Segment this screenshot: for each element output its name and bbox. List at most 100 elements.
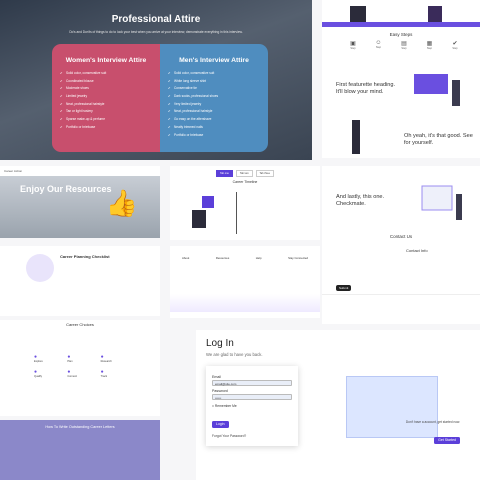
check-circle-icon: ✔	[452, 41, 458, 47]
tab-one[interactable]: Tab one	[216, 170, 233, 177]
email-field[interactable]: email@site.com	[212, 380, 292, 386]
tab-two[interactable]: Tab two	[235, 170, 253, 177]
list-item: Solid color, conservative suit	[60, 71, 152, 75]
attire-subtitle: Do's and Don'ts of things to do to look …	[69, 30, 243, 34]
featurette-heading-first: First featurette heading. It'll blow you…	[336, 82, 396, 95]
list-item: Conservative tie	[168, 86, 260, 90]
womens-attire-card: Women's Interview Attire Solid color, co…	[52, 44, 160, 152]
steps-row: ▣ Step ☺ Step ▤ Step ▦ Step ✔ Step	[344, 40, 464, 50]
contact-title: Contact Us	[389, 234, 413, 239]
submit-button[interactable]: Submit	[336, 276, 352, 294]
login-form: Email email@site.com Password •••••• □ R…	[206, 366, 298, 446]
step-label: Step	[350, 47, 356, 50]
password-label: Password	[212, 389, 228, 393]
resources-banner: Career Action Enjoy Our Resources 👍	[0, 166, 160, 238]
choices-grid: ● Explore ● Plan ● Research ● Qualify ● Conne…	[34, 354, 130, 378]
featurette-heading-oh: Oh yeah, it's that good. See for yoursel…	[404, 133, 473, 146]
step-label: Step	[375, 46, 382, 49]
career-letters-banner: How To Write Outstanding Career Letters	[0, 420, 160, 480]
featurette-heading-last: And lastly, this one. Checkmate.	[336, 194, 385, 207]
choice-item[interactable]: ● Plan	[67, 354, 96, 363]
remember-me-checkbox[interactable]: □ Remember Me	[212, 404, 292, 408]
planning-illustration	[26, 254, 54, 282]
career-timeline-section: Tab one Tab two Tab three Career Timelin…	[170, 166, 320, 240]
step-label: Step	[401, 47, 407, 50]
no-account-text: Don't have a account, get started now.	[405, 420, 460, 424]
document-icon: ▤	[401, 41, 407, 47]
checkmate-illustration	[421, 185, 462, 220]
password-field[interactable]: ••••••	[212, 394, 292, 400]
list-item: Moderate shoes	[60, 86, 152, 90]
list-item: Neat, professional hairstyle	[60, 102, 152, 106]
footer-col-help[interactable]: Help	[256, 256, 262, 260]
login-subtitle: We are glad to have you back.	[206, 352, 263, 357]
choice-item[interactable]: ● Connect	[67, 369, 96, 378]
login-button[interactable]: Login	[212, 412, 292, 430]
list-item: Go easy on the aftershave	[168, 117, 260, 121]
footer-columns: About Resources Help Stay Connected	[182, 256, 308, 260]
timeline-tabs: Tab one Tab two Tab three	[216, 170, 274, 177]
list-item: Sparse make-up & perfume	[60, 117, 152, 121]
footer-illustration-section: About Resources Help Stay Connected	[170, 246, 320, 318]
forgot-password-link[interactable]: Forgot Your Password?	[212, 434, 292, 438]
professional-attire-section: Professional Attire Do's and Don'ts of t…	[0, 0, 312, 160]
list-item: White long sleeve shirt	[168, 79, 260, 83]
list-item: Tan or light hosiery	[60, 109, 152, 113]
checkmate-contact-section: And lastly, this one. Checkmate. Contact…	[322, 166, 480, 324]
mens-attire-heading: Men's Interview Attire	[179, 57, 249, 64]
step-item: ▣ Step	[344, 40, 362, 50]
list-item: Limited jewelry	[60, 94, 152, 98]
get-started-button[interactable]: Get Started	[434, 428, 460, 446]
list-item: Coordinated blouse	[60, 79, 152, 83]
timeline-title: Career Timeline	[232, 180, 258, 184]
womens-attire-list: Solid color, conservative suit Coordinat…	[60, 71, 152, 129]
list-item: Solid color, conservative suit	[168, 71, 260, 75]
email-label: Email	[212, 375, 221, 379]
footer-band	[322, 294, 480, 324]
list-item: Neatly trimmed nails	[168, 125, 260, 129]
hero-illustration	[350, 6, 442, 22]
list-item: Portfolio or briefcase	[60, 125, 152, 129]
easy-steps-section: Easy Steps ▣ Step ☺ Step ▤ Step ▦ Step ✔ Step…	[322, 0, 480, 158]
choice-item[interactable]: ● Research	[101, 354, 130, 363]
contact-info-title: Contact Info	[406, 248, 428, 253]
choices-title: Career Choices	[66, 322, 94, 327]
briefcase-icon: ▣	[350, 41, 356, 47]
steps-title: Easy Steps	[389, 32, 413, 37]
login-title: Log In	[206, 338, 234, 349]
timeline-illustration	[192, 196, 214, 228]
topbar-brand[interactable]: Career Action	[0, 166, 160, 176]
step-label: Step	[426, 47, 433, 50]
attire-title: Professional Attire	[111, 14, 201, 25]
planning-title: Career Planning Checklist	[60, 254, 110, 259]
mens-attire-card: Men's Interview Attire Solid color, cons…	[160, 44, 268, 152]
letters-title: How To Write Outstanding Career Letters	[45, 425, 115, 429]
tab-three[interactable]: Tab three	[255, 170, 274, 177]
list-item: Very limited jewelry	[168, 102, 260, 106]
career-choices-section: Career Choices ● Explore ● Plan ● Research …	[0, 320, 160, 416]
footer-col-connect[interactable]: Stay Connected	[288, 256, 308, 260]
timeline-spine	[236, 192, 237, 234]
city-illustration	[170, 294, 320, 312]
dashboard-illustration	[346, 376, 438, 438]
screenshot-collage: Professional Attire Do's and Don'ts of t…	[0, 0, 480, 480]
step-item: ☺ Step	[370, 40, 388, 50]
choice-item[interactable]: ● Track	[101, 369, 130, 378]
list-item: Dark socks, professional shoes	[168, 94, 260, 98]
step-label: Step	[452, 47, 458, 50]
step-item: ▦ Step	[421, 40, 439, 50]
footer-col-about[interactable]: About	[182, 256, 189, 260]
career-planning-section: Career Planning Checklist	[0, 246, 160, 316]
presentation-illustration	[414, 74, 460, 106]
footer-col-resources[interactable]: Resources	[216, 256, 229, 260]
hero-strip	[322, 0, 480, 22]
step-item: ✔ Step	[446, 40, 464, 50]
choice-item[interactable]: ● Explore	[34, 354, 63, 363]
list-item: Portfolio or briefcase	[168, 133, 260, 137]
choice-item[interactable]: ● Qualify	[34, 369, 63, 378]
resources-title: Enjoy Our Resources	[20, 184, 112, 194]
list-item: Neat, professional hairstyle	[168, 109, 260, 113]
person-illustration	[352, 120, 360, 154]
womens-attire-heading: Women's Interview Attire	[65, 57, 147, 64]
login-section: Log In We are glad to have you back. Ema…	[196, 330, 480, 480]
